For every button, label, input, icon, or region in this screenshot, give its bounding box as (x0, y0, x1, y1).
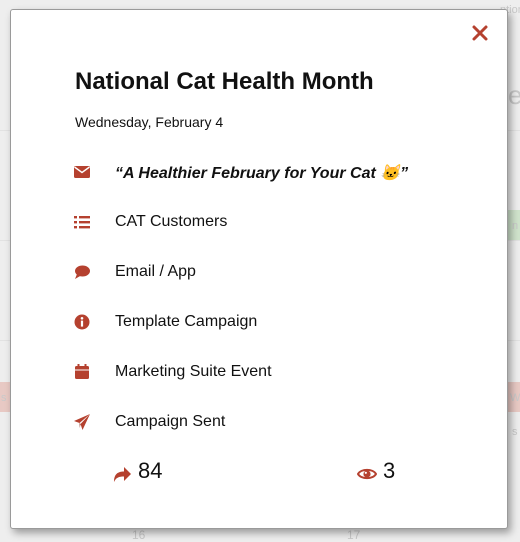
eye-icon (357, 468, 377, 480)
event-details-modal: National Cat Health Month Wednesday, Feb… (10, 9, 508, 529)
calendar-icon (75, 364, 89, 379)
detail-row-audience: CAT Customers (73, 211, 473, 235)
backdrop-text: s (512, 426, 518, 438)
event-title: National Cat Health Month (75, 68, 374, 95)
backdrop-text: e (508, 80, 520, 110)
audience-label: CAT Customers (115, 213, 228, 230)
paper-plane-icon (74, 414, 90, 430)
shares-count: 84 (138, 458, 163, 483)
event-source-label: Marketing Suite Event (115, 363, 272, 380)
backdrop-text: W (510, 392, 520, 404)
close-icon (472, 25, 488, 41)
comment-icon (75, 265, 90, 279)
backdrop-text: s (1, 392, 7, 404)
detail-row-event-type: Marketing Suite Event (73, 361, 473, 385)
detail-row-channel: Email / App (73, 261, 473, 285)
info-circle-icon (74, 314, 90, 330)
status-label: Campaign Sent (115, 413, 226, 430)
type-label: Template Campaign (115, 313, 258, 330)
detail-row-subject: “A Healthier February for Your Cat 🐱” (73, 161, 473, 185)
event-date: Wednesday, February 4 (75, 114, 224, 130)
backdrop-day-number: 16 (132, 528, 146, 542)
list-icon (74, 216, 90, 229)
envelope-icon (74, 166, 90, 178)
views-count: 3 (383, 458, 396, 483)
close-button[interactable] (471, 24, 489, 42)
channel-label: Email / App (115, 263, 196, 280)
detail-row-type: Template Campaign (73, 311, 473, 335)
email-subject: “A Healthier February for Your Cat 🐱” (115, 165, 409, 182)
detail-row-status: Campaign Sent (73, 411, 473, 435)
share-arrow-icon (114, 467, 131, 482)
backdrop-day-number: 17 (347, 528, 361, 542)
backdrop-text: n (512, 220, 519, 232)
